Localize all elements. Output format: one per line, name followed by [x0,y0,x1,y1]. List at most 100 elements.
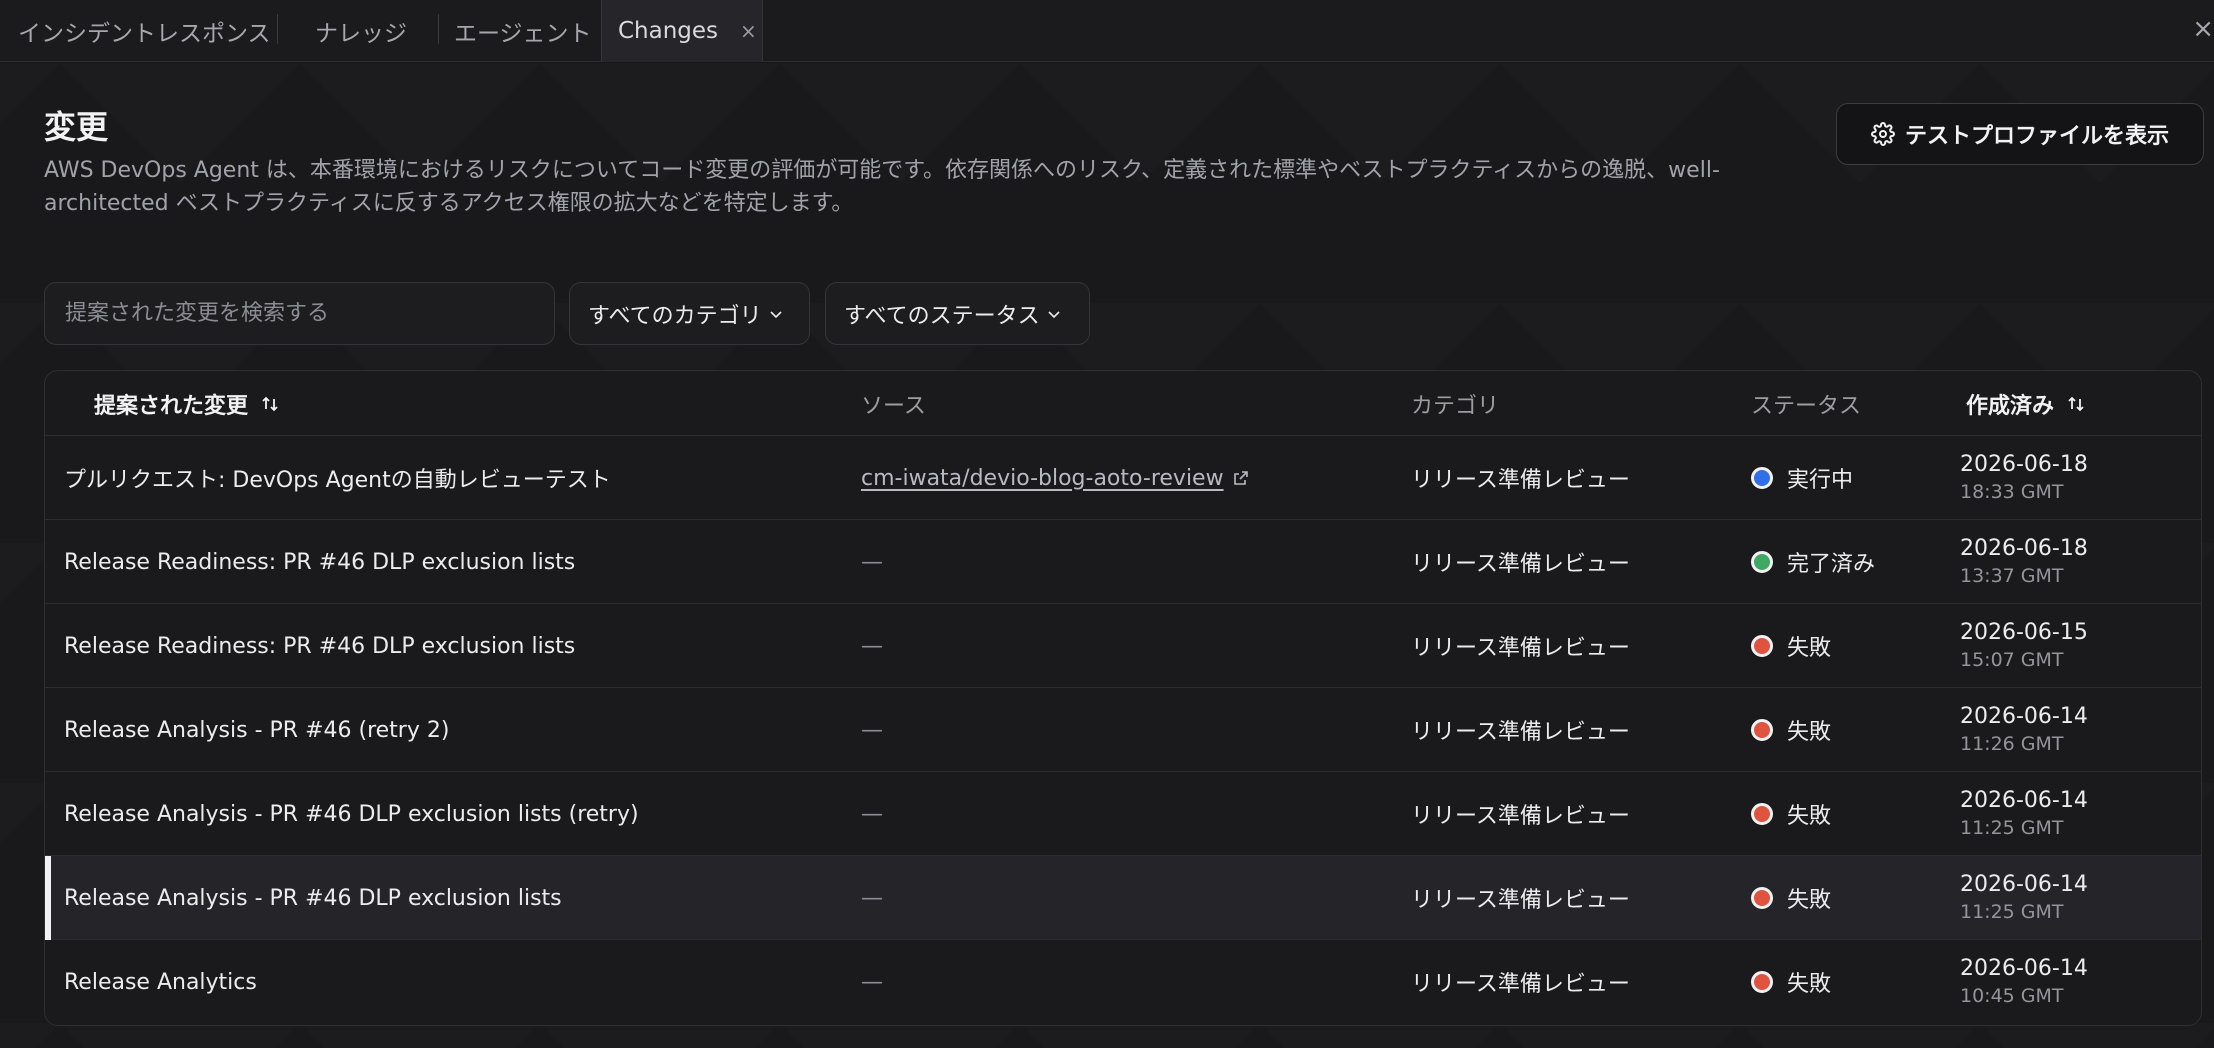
status-dot-icon [1751,467,1773,489]
source-cell: — [861,772,883,856]
column-proposed-change[interactable]: 提案された変更 [94,371,280,436]
status-cell: 失敗 [1751,856,1831,940]
source-empty: — [861,885,883,911]
select-value: すべてのステータス [844,303,1040,329]
created-date: 2026-06-15 [1960,620,2088,645]
created-time: 15:07 GMT [1960,649,2064,671]
tab-incident-response[interactable]: インシデントレスポンス [18,0,271,62]
status-label: 失敗 [1787,636,1832,661]
status-cell: 失敗 [1751,772,1831,856]
source-empty: — [861,717,883,743]
created-date: 2026-06-14 [1960,956,2088,981]
category-cell: リリース準備レビュー [1411,972,1630,997]
proposed-change-title[interactable]: Release Analysis - PR #46 DLP exclusion … [64,856,562,940]
button-label: テストプロファイルを表示 [1904,124,2169,149]
status-cell: 実行中 [1751,436,1853,520]
created-time: 10:45 GMT [1960,985,2064,1007]
page-description: AWS DevOps Agent は、本番環境におけるリスクについてコード変更の… [44,158,1720,216]
created-date: 2026-06-14 [1960,788,2088,813]
tab-agent[interactable]: エージェント [454,0,592,62]
created-cell: 2026-06-14 10:45 GMT [1960,940,2088,1024]
tab-label: インシデントレスポンス [18,21,271,47]
tab-label: エージェント [454,21,592,47]
created-date: 2026-06-18 [1960,536,2088,561]
category-cell: リリース準備レビュー [1411,636,1630,661]
proposed-change-title[interactable]: Release Readiness: PR #46 DLP exclusion … [64,520,575,604]
sort-icon[interactable] [260,394,280,414]
source-cell: — [861,520,883,604]
proposed-change-title[interactable]: プルリクエスト: DevOps Agentの自動レビューテスト [64,436,611,520]
status-dot-icon [1751,803,1773,825]
created-cell: 2026-06-18 18:33 GMT [1960,436,2088,520]
table-row[interactable]: Release Analytics — リリース準備レビュー 失敗 2026-0… [45,940,2201,1024]
created-time: 13:37 GMT [1960,565,2064,587]
changes-table: 提案された変更 ソース カテゴリ ステータス 作成済み プルリクエスト: Dev… [44,370,2202,1026]
status-select[interactable]: すべてのステータス [825,282,1090,345]
table-row[interactable]: Release Readiness: PR #46 DLP exclusion … [45,520,2201,604]
source-cell: — [861,604,883,688]
category-cell: リリース準備レビュー [1411,888,1630,913]
table-header: 提案された変更 ソース カテゴリ ステータス 作成済み [45,371,2201,436]
created-cell: 2026-06-15 15:07 GMT [1960,604,2088,688]
created-cell: 2026-06-14 11:26 GMT [1960,688,2088,772]
status-cell: 失敗 [1751,940,1831,1024]
tab-knowledge[interactable]: ナレッジ [315,0,407,62]
created-time: 11:25 GMT [1960,817,2064,839]
category-select[interactable]: すべてのカテゴリ [569,282,810,345]
chevron-down-icon [1048,310,1060,318]
column-label: 提案された変更 [94,393,249,419]
source-empty: — [861,801,883,827]
table-row[interactable]: Release Analysis - PR #46 (retry 2) — リリ… [45,688,2201,772]
created-date: 2026-06-14 [1960,704,2088,729]
tab-changes[interactable]: Changes × [601,0,763,62]
chevron-down-icon [770,310,782,318]
status-dot-icon [1751,635,1773,657]
source-cell: — [861,688,883,772]
column-status: ステータス [1751,393,1862,419]
status-label: 失敗 [1787,720,1832,745]
proposed-change-title[interactable]: Release Analytics [64,940,257,1024]
table-row[interactable]: Release Analysis - PR #46 DLP exclusion … [45,772,2201,856]
created-time: 18:33 GMT [1960,481,2064,503]
status-label: 完了済み [1787,552,1876,577]
status-cell: 失敗 [1751,604,1831,688]
category-cell: リリース準備レビュー [1411,804,1630,829]
status-label: 失敗 [1787,888,1832,913]
column-category: カテゴリ [1411,393,1500,419]
table-row[interactable]: プルリクエスト: DevOps Agentの自動レビューテスト cm-iwata… [45,436,2201,520]
created-cell: 2026-06-14 11:25 GMT [1960,856,2088,940]
table-row[interactable]: Release Analysis - PR #46 DLP exclusion … [45,856,2201,940]
select-value: すべてのカテゴリ [588,303,762,329]
proposed-change-title[interactable]: Release Analysis - PR #46 (retry 2) [64,688,449,772]
sort-icon[interactable] [2066,394,2086,414]
external-link-icon [1233,471,1248,485]
source-empty: — [861,549,883,575]
search-input[interactable] [44,282,555,345]
category-cell: リリース準備レビュー [1411,720,1630,745]
source-cell[interactable]: cm-iwata/devio-blog-aoto-review [861,436,1250,520]
category-cell: リリース準備レビュー [1411,552,1630,577]
source-empty: — [861,969,883,995]
tab-bar: インシデントレスポンス ナレッジ エージェント Changes × × [0,0,2214,62]
created-time: 11:25 GMT [1960,901,2064,923]
proposed-change-title[interactable]: Release Analysis - PR #46 DLP exclusion … [64,772,639,856]
close-icon[interactable]: × [740,19,757,43]
page-title: 変更 [44,108,109,146]
show-test-profile-button[interactable]: テストプロファイルを表示 [1836,103,2204,165]
source-cell: — [861,856,883,940]
status-dot-icon [1751,887,1773,909]
source-cell: — [861,940,883,1024]
status-label: 実行中 [1787,468,1854,493]
status-dot-icon [1751,971,1773,993]
status-label: 失敗 [1787,804,1832,829]
status-cell: 失敗 [1751,688,1831,772]
window-close-icon[interactable]: × [2192,14,2214,44]
created-cell: 2026-06-14 11:25 GMT [1960,772,2088,856]
proposed-change-title[interactable]: Release Readiness: PR #46 DLP exclusion … [64,604,575,688]
tab-label: Changes [618,18,719,44]
column-source: ソース [861,393,926,419]
created-cell: 2026-06-18 13:37 GMT [1960,520,2088,604]
table-row[interactable]: Release Readiness: PR #46 DLP exclusion … [45,604,2201,688]
source-link[interactable]: cm-iwata/devio-blog-aoto-review [861,466,1224,491]
column-created[interactable]: 作成済み [1966,371,2086,436]
